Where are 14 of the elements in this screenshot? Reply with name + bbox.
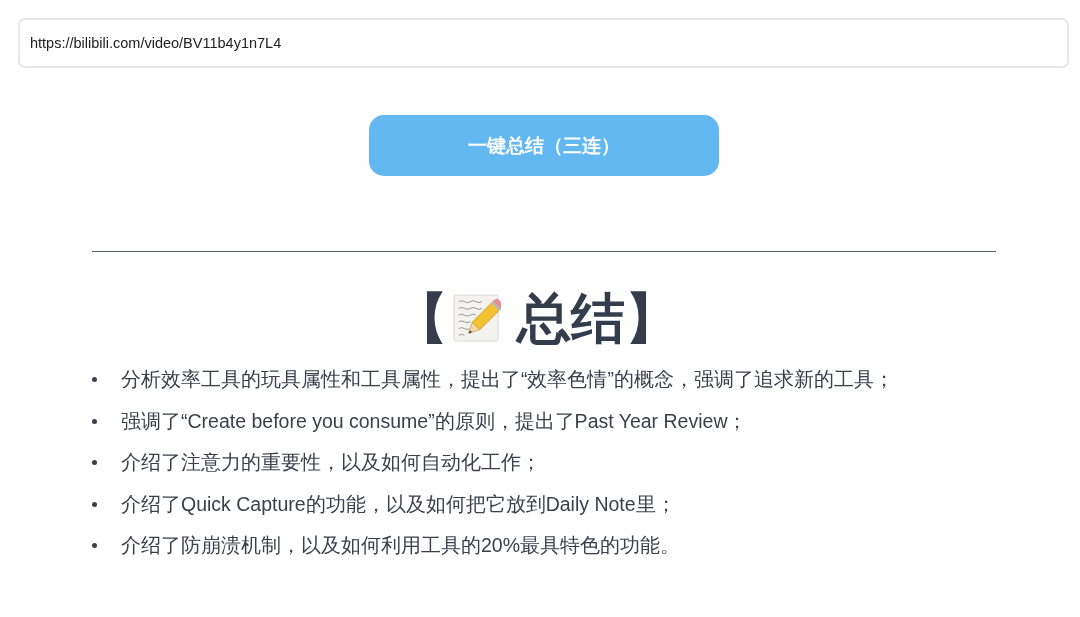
bullet-icon: [92, 460, 97, 466]
summary-point: 介绍了注意力的重要性，以及如何自动化工作；: [121, 450, 541, 476]
bullet-icon: [92, 501, 97, 507]
summary-heading: 总结】: [517, 288, 679, 348]
url-field[interactable]: https://bilibili.com/video/BV11b4y1n7L4: [18, 18, 1069, 68]
bullet-icon: [92, 377, 97, 383]
bullet-icon: [92, 418, 97, 424]
heading-bracket: 【: [394, 288, 448, 348]
summary-point: 强调了“Create before you consume”的原则，提出了Past Year Review；: [121, 408, 748, 434]
bullet-icon: [92, 543, 97, 549]
memo-pencil-icon: [453, 292, 501, 344]
summary-point: 介绍了Quick Capture的功能，以及如何把它放到Daily Note里；: [121, 491, 676, 517]
summary-point: 分析效率工具的玩具属性和工具属性，提出了“效率色情”的概念，强调了追求新的工具；: [121, 367, 894, 393]
summary-point: 介绍了防崩溃机制，以及如何利用工具的20%最具特色的功能。: [121, 533, 681, 559]
